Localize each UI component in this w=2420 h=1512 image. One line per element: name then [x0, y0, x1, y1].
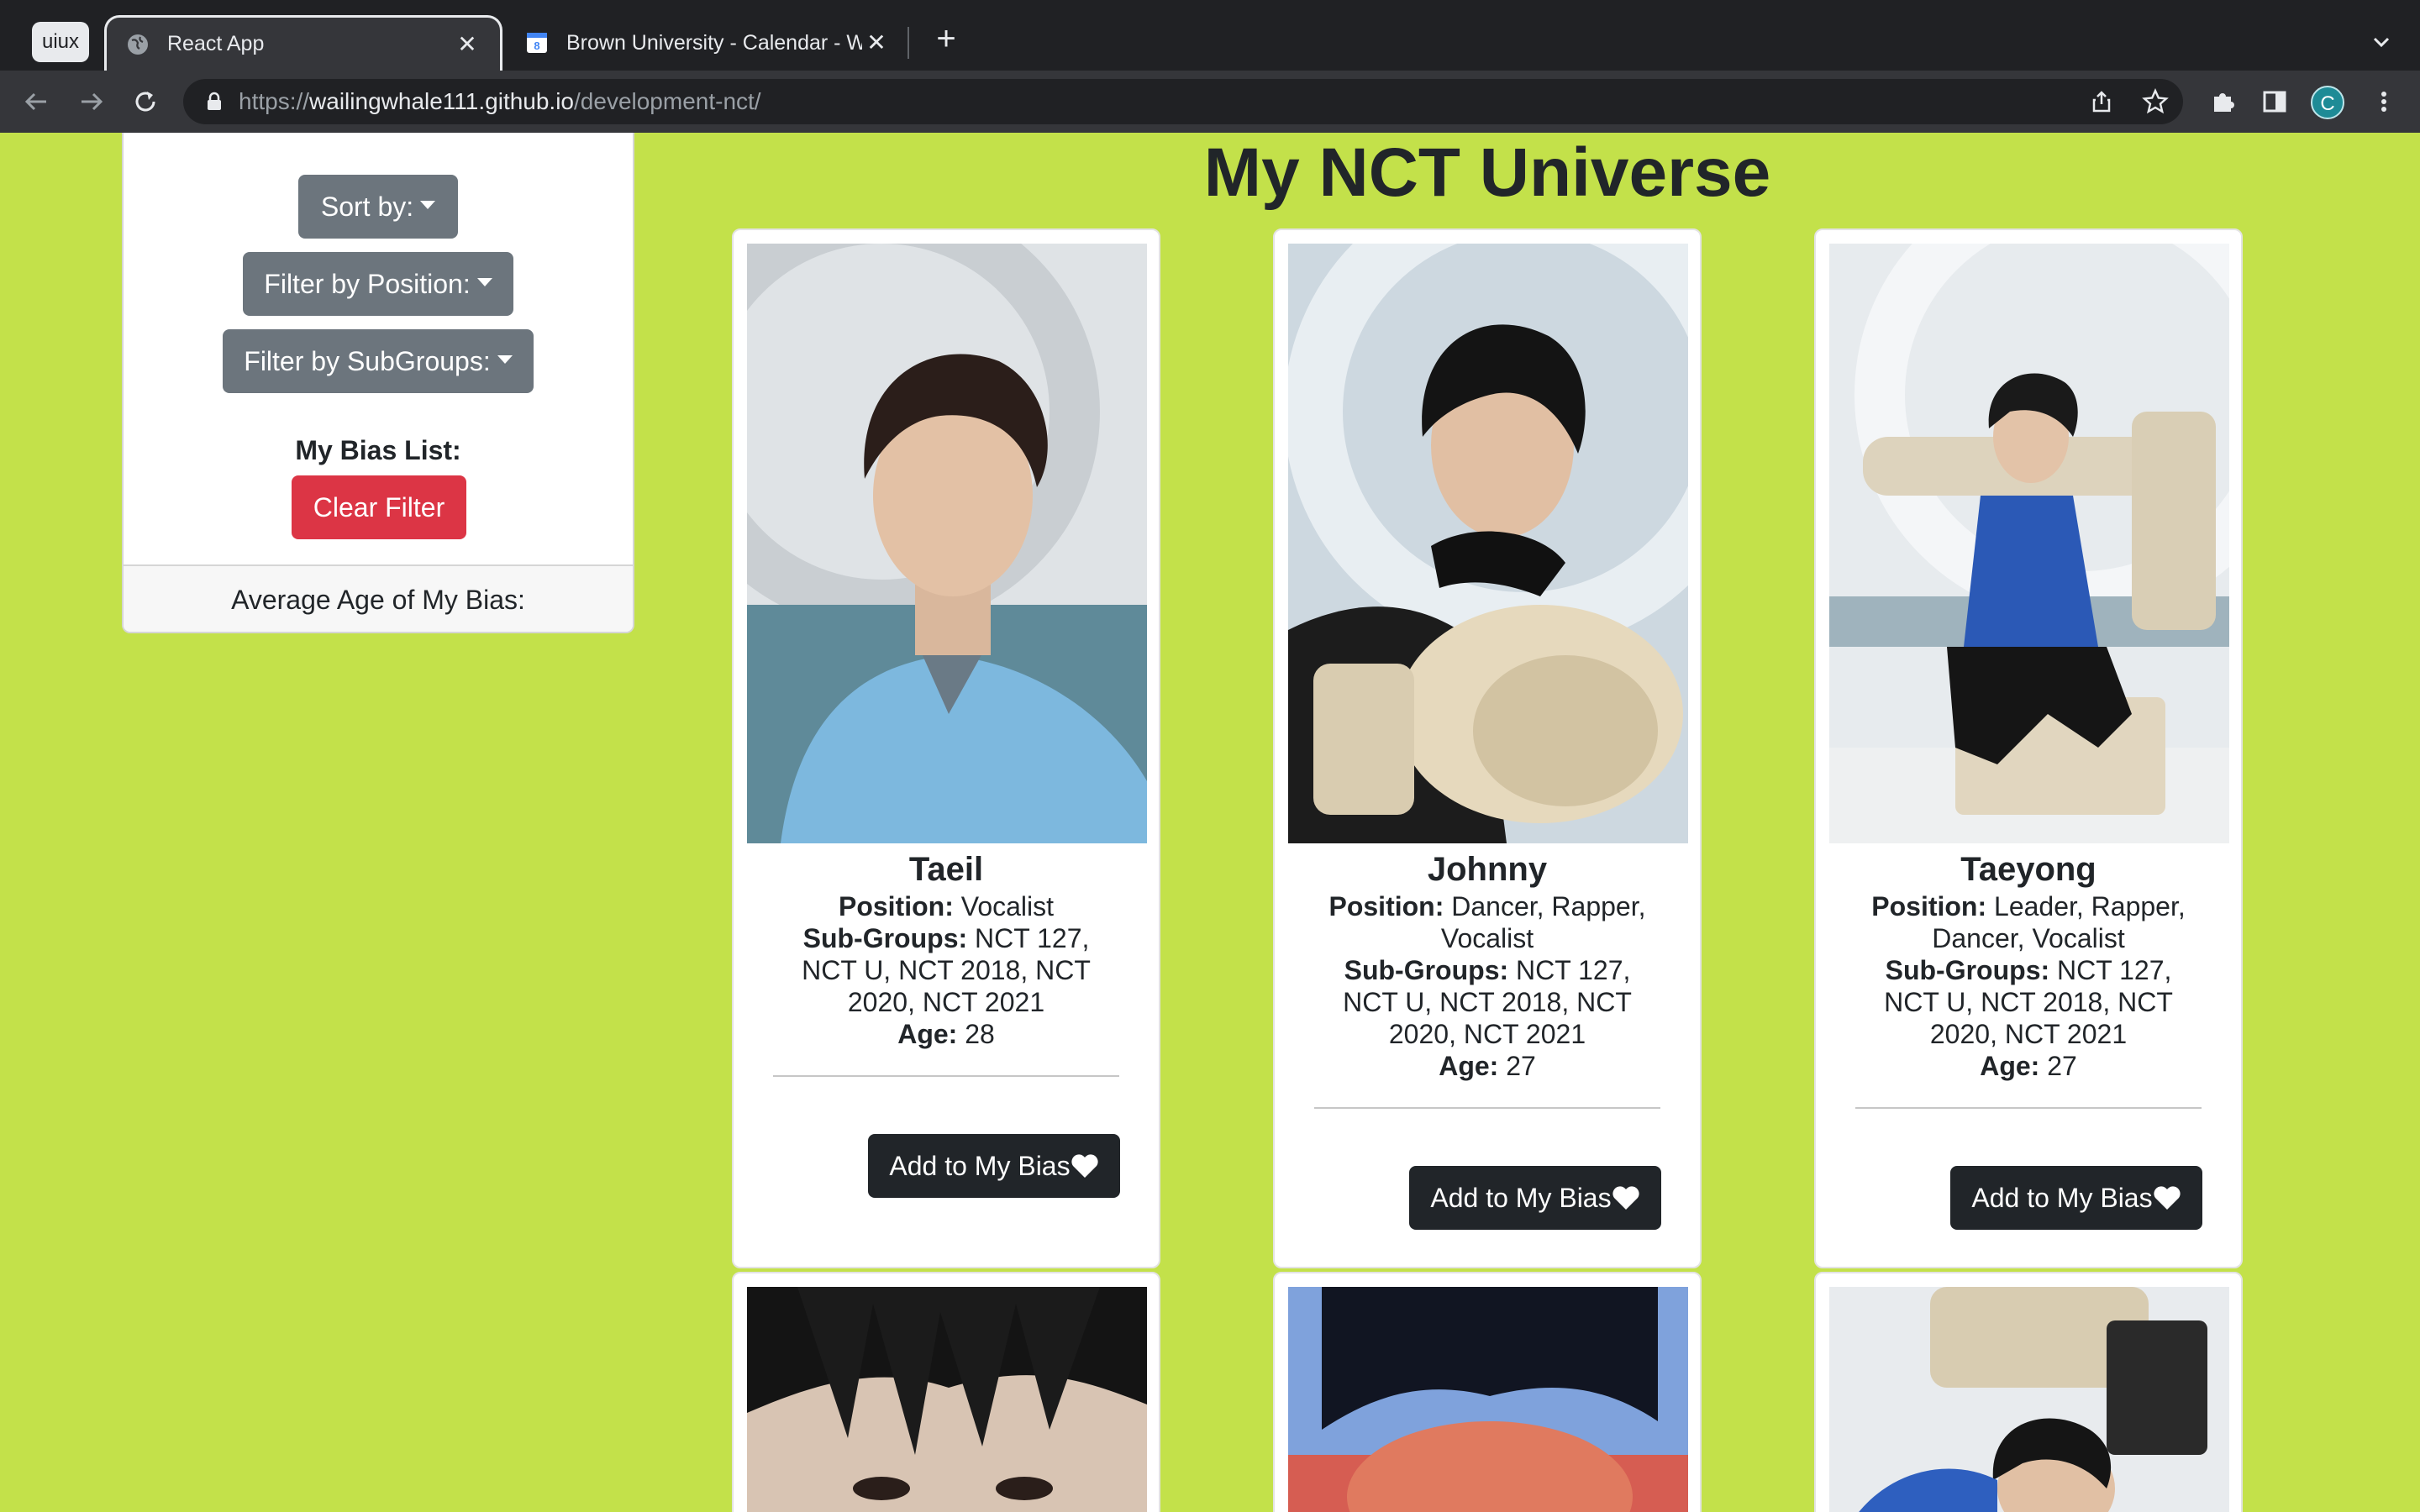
caret-down-icon — [497, 355, 513, 364]
member-info: Position: Leader, Rapper, Dancer, Vocali… — [1816, 890, 2241, 1082]
forward-arrow-icon[interactable] — [72, 82, 111, 121]
extensions-puzzle-icon[interactable] — [2205, 84, 2240, 119]
member-card: Taeyong Position: Leader, Rapper, Dancer… — [1814, 228, 2243, 1268]
add-to-bias-button[interactable]: Add to My Bias — [1950, 1166, 2202, 1230]
page-title: My NCT Universe — [1203, 134, 1771, 211]
new-tab-icon[interactable]: + — [929, 22, 963, 55]
tab-title: Brown University - Calendar - Week of — [566, 30, 862, 55]
age-label: Age: — [1439, 1051, 1499, 1081]
lock-icon[interactable] — [203, 91, 225, 113]
heart-icon — [1612, 1169, 1640, 1233]
add-to-bias-label: Add to My Bias — [1971, 1183, 2153, 1213]
sort-by-dropdown[interactable]: Sort by: — [298, 175, 458, 239]
browser-tab-bar: uiux React App ✕ 8 Brown University - Ca… — [0, 0, 2420, 71]
add-to-bias-button[interactable]: Add to My Bias — [1409, 1166, 1661, 1230]
add-to-bias-button[interactable]: Add to My Bias — [868, 1134, 1120, 1198]
member-card — [1814, 1272, 2243, 1512]
caret-down-icon — [476, 278, 492, 286]
member-info: Position: Dancer, Rapper, Vocalist Sub-G… — [1275, 890, 1700, 1082]
member-age: 27 — [2047, 1051, 2077, 1081]
member-card — [1273, 1272, 1702, 1512]
add-to-bias-label: Add to My Bias — [889, 1151, 1071, 1181]
side-panel-icon[interactable] — [2257, 84, 2292, 119]
subgroups-label: Sub-Groups: — [802, 923, 968, 953]
url-host: wailingwhale111.github.io — [309, 88, 575, 114]
member-photo — [1288, 244, 1688, 843]
bookmark-star-icon[interactable] — [2139, 86, 2171, 118]
tab-search-chevron-icon[interactable] — [2365, 25, 2398, 59]
profile-chip[interactable]: uiux — [32, 22, 90, 62]
filter-subgroups-dropdown[interactable]: Filter by SubGroups: — [223, 329, 534, 393]
card-divider — [1314, 1107, 1660, 1109]
age-label: Age: — [897, 1019, 958, 1049]
heart-icon — [1071, 1137, 1099, 1201]
member-position: Vocalist — [960, 891, 1055, 921]
svg-text:8: 8 — [534, 39, 539, 52]
close-tab-icon[interactable]: ✕ — [453, 30, 481, 59]
heart-icon — [2153, 1169, 2181, 1233]
tab-calendar[interactable]: 8 Brown University - Calendar - Week of … — [514, 15, 901, 71]
filter-subgroups-label: Filter by SubGroups: — [244, 346, 491, 376]
member-name: Taeil — [908, 851, 984, 888]
more-menu-icon[interactable] — [2366, 84, 2402, 119]
member-photo — [747, 244, 1147, 843]
bias-list-heading: My Bias List: — [295, 435, 461, 465]
card-divider — [1855, 1107, 2202, 1109]
calendar-icon: 8 — [524, 30, 550, 55]
url-text: https://wailingwhale111.github.io/develo… — [239, 79, 761, 124]
member-info: Position: Vocalist Sub-Groups: NCT 127, … — [734, 890, 1159, 1050]
position-label: Position: — [1871, 891, 1987, 921]
position-label: Position: — [1328, 891, 1444, 921]
member-card-body: Taeil Position: Vocalist Sub-Groups: NCT… — [734, 848, 1159, 1077]
back-arrow-icon[interactable] — [17, 82, 55, 121]
member-card: Johnny Position: Dancer, Rapper, Vocalis… — [1273, 228, 1702, 1268]
member-photo — [1288, 1287, 1688, 1512]
member-age: 28 — [965, 1019, 995, 1049]
position-label: Position: — [838, 891, 954, 921]
add-to-bias-label: Add to My Bias — [1430, 1183, 1612, 1213]
average-age-footer: Average Age of My Bias: — [124, 564, 633, 632]
member-card — [732, 1272, 1160, 1512]
member-age: 27 — [1506, 1051, 1536, 1081]
member-photo — [747, 1287, 1147, 1512]
address-bar[interactable]: https://wailingwhale111.github.io/develo… — [183, 79, 2183, 124]
tab-react-app[interactable]: React App ✕ — [104, 15, 502, 71]
member-name: Johnny — [1427, 851, 1548, 888]
subgroups-label: Sub-Groups: — [1344, 955, 1509, 985]
share-icon[interactable] — [2086, 86, 2118, 118]
clear-filter-button[interactable]: Clear Filter — [292, 475, 466, 539]
profile-avatar[interactable]: C — [2311, 86, 2344, 119]
member-card-body: Taeyong Position: Leader, Rapper, Dancer… — [1816, 848, 2241, 1109]
member-photo — [1829, 1287, 2229, 1512]
sort-by-label: Sort by: — [320, 192, 414, 222]
member-position: Dancer, Rapper, Vocalist — [1440, 891, 1646, 953]
member-card: Taeil Position: Vocalist Sub-Groups: NCT… — [732, 228, 1160, 1268]
card-divider — [773, 1075, 1119, 1077]
close-tab-icon[interactable]: ✕ — [862, 29, 891, 57]
url-scheme: https:// — [239, 88, 310, 114]
globe-icon — [125, 32, 150, 57]
subgroups-label: Sub-Groups: — [1885, 955, 2050, 985]
caret-down-icon — [420, 201, 436, 209]
browser-toolbar: https://wailingwhale111.github.io/develo… — [0, 71, 2420, 133]
filter-position-dropdown[interactable]: Filter by Position: — [243, 252, 513, 316]
member-name: Taeyong — [1960, 851, 2096, 888]
age-label: Age: — [1980, 1051, 2040, 1081]
tab-title: React App — [167, 32, 265, 55]
member-photo — [1829, 244, 2229, 843]
reload-icon[interactable] — [126, 82, 165, 121]
filter-sidebar: Sort by: Filter by Position: Filter by S… — [122, 133, 634, 633]
filter-position-label: Filter by Position: — [264, 269, 471, 299]
tab-separator — [908, 27, 909, 59]
member-card-body: Johnny Position: Dancer, Rapper, Vocalis… — [1275, 848, 1700, 1109]
url-path: /development-nct/ — [574, 88, 761, 114]
